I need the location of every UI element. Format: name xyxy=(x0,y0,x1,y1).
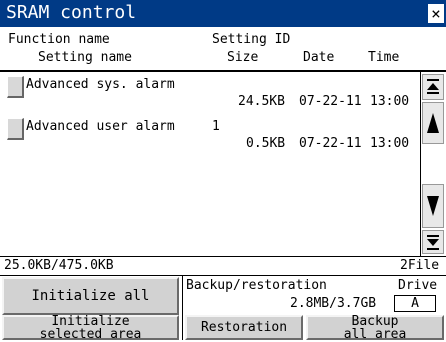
scroll-bottom-icon[interactable] xyxy=(422,230,444,254)
file-count: 2File xyxy=(400,258,440,273)
row-function-name: Advanced sys. alarm xyxy=(26,77,175,92)
header-time: Time xyxy=(368,50,400,65)
list-divider xyxy=(0,256,446,257)
row-size: 0.5KB xyxy=(246,136,286,151)
scroll-down-icon[interactable] xyxy=(422,184,444,228)
row-time: 13:00 xyxy=(370,94,410,109)
drive-select[interactable]: A xyxy=(394,295,436,312)
row-function-name: Advanced user alarm xyxy=(26,119,175,134)
restoration-button[interactable]: Restoration xyxy=(185,315,303,340)
close-button[interactable]: × xyxy=(428,4,444,23)
initialize-all-button[interactable]: Initialize all xyxy=(2,277,179,315)
scroll-top-icon[interactable] xyxy=(422,74,444,100)
usage-status: 25.0KB/475.0KB xyxy=(4,258,114,273)
header-setting-name: Setting name xyxy=(38,50,132,65)
backup-capacity: 2.8MB/3.7GB xyxy=(290,296,377,311)
header-function-name: Function name xyxy=(8,32,110,47)
row-date: 07-22-11 xyxy=(299,94,362,109)
header-size: Size xyxy=(227,50,259,65)
panel-divider xyxy=(182,276,183,340)
row-date: 07-22-11 xyxy=(299,136,362,151)
row-select-button[interactable] xyxy=(7,76,24,98)
header-setting-id: Setting ID xyxy=(212,32,291,47)
backup-restoration-label: Backup/restoration xyxy=(186,278,327,293)
initialize-selected-area-button[interactable]: Initialize selected area xyxy=(2,315,179,341)
row-select-button[interactable] xyxy=(7,118,24,140)
window-title: SRAM control xyxy=(6,2,137,23)
status-divider xyxy=(0,275,446,276)
row-setting-id: 1 xyxy=(212,119,220,134)
backup-all-area-button[interactable]: Backup all area xyxy=(306,315,444,341)
row-time: 13:00 xyxy=(370,136,410,151)
drive-label: Drive xyxy=(398,278,438,293)
header-date: Date xyxy=(303,50,335,65)
row-size: 24.5KB xyxy=(238,94,285,109)
scroll-up-icon[interactable] xyxy=(422,102,444,144)
